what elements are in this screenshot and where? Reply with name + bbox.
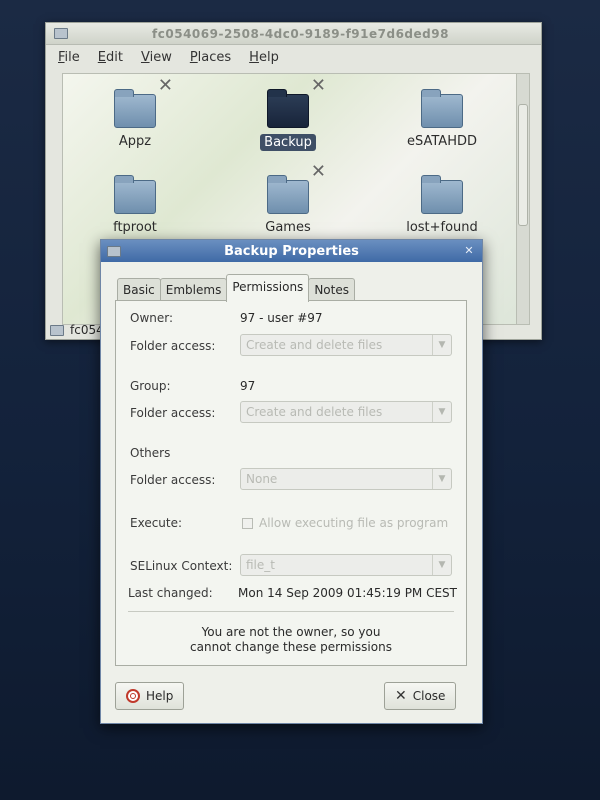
- chevron-down-icon: ▼: [432, 402, 451, 422]
- folder-label: ftproot: [113, 220, 157, 235]
- folder-icon: ✕: [267, 75, 326, 128]
- permissions-panel: Owner: 97 - user #97 Folder access: Crea…: [115, 300, 467, 666]
- folder-item-backup[interactable]: ✕ Backup: [243, 75, 333, 151]
- selinux-context-label: SELinux Context:: [130, 559, 233, 573]
- help-button-label: Help: [146, 689, 174, 703]
- menu-help[interactable]: Help: [249, 50, 279, 65]
- dialog-titlebar[interactable]: Backup Properties ✕: [101, 240, 482, 262]
- folder-label: eSATAHDD: [407, 134, 477, 149]
- others-folder-access-select[interactable]: None ▼: [240, 468, 452, 490]
- execute-option-label: Allow executing file as program: [259, 516, 449, 530]
- group-folder-access-label: Folder access:: [130, 406, 216, 420]
- tab-emblems[interactable]: Emblems: [159, 278, 228, 302]
- group-value: 97: [240, 379, 256, 393]
- folder-icon: [421, 175, 463, 214]
- folder-item-ftproot[interactable]: ftproot: [90, 175, 180, 235]
- folder-icon: [107, 245, 121, 257]
- unreadable-emblem-icon: ✕: [310, 75, 326, 96]
- selinux-context-select[interactable]: file_t ▼: [240, 554, 452, 576]
- unreadable-emblem-icon: ✕: [310, 161, 326, 182]
- close-button[interactable]: ✕ Close: [384, 682, 457, 710]
- folder-label: Backup: [260, 134, 316, 151]
- chevron-down-icon: ▼: [432, 555, 451, 575]
- menu-view[interactable]: View: [141, 50, 172, 65]
- scrollbar-thumb[interactable]: [518, 104, 528, 226]
- folder-item-esatahdd[interactable]: eSATAHDD: [397, 89, 487, 149]
- notice-line-1: You are not the owner, so you: [201, 625, 381, 639]
- menu-edit[interactable]: Edit: [98, 50, 123, 65]
- execute-label: Execute:: [130, 516, 183, 530]
- selinux-context-value: file_t: [246, 558, 275, 572]
- unreadable-emblem-icon: ✕: [157, 75, 173, 96]
- help-button[interactable]: Help: [115, 682, 185, 710]
- folder-item-lost-found[interactable]: lost+found: [397, 175, 487, 235]
- folder-icon: ✕: [114, 75, 173, 128]
- dialog-title: Backup Properties: [224, 243, 359, 259]
- folder-icon: [421, 89, 463, 128]
- folder-label: lost+found: [406, 220, 478, 235]
- notice-line-2: cannot change these permissions: [190, 640, 392, 654]
- folder-icon: ✕: [267, 161, 326, 214]
- tab-permissions[interactable]: Permissions: [226, 274, 310, 302]
- tab-bar: Basic Emblems Permissions Notes: [117, 274, 355, 302]
- group-folder-access-value: Create and delete files: [246, 405, 383, 419]
- folder-icon: [54, 28, 68, 39]
- help-icon: [126, 689, 140, 703]
- folder-icon: [50, 324, 64, 336]
- others-folder-access-label: Folder access:: [130, 473, 216, 487]
- folder-item-games[interactable]: ✕ Games: [243, 161, 333, 235]
- close-icon: ✕: [395, 688, 407, 704]
- divider: [128, 611, 454, 612]
- chevron-down-icon: ▼: [432, 335, 451, 355]
- tab-notes[interactable]: Notes: [308, 278, 355, 302]
- folder-item-appz[interactable]: ✕ Appz: [90, 75, 180, 149]
- window-title: fc054069-2508-4dc0-9189-f91e7d6ded98: [152, 26, 449, 41]
- properties-dialog: Backup Properties ✕ Basic Emblems Permis…: [100, 239, 483, 724]
- owner-folder-access-label: Folder access:: [130, 339, 216, 353]
- chevron-down-icon: ▼: [432, 469, 451, 489]
- execute-checkbox[interactable]: [242, 517, 253, 529]
- tab-basic[interactable]: Basic: [117, 278, 161, 302]
- folder-icon: [114, 175, 156, 214]
- menu-file[interactable]: File: [58, 50, 80, 65]
- folder-label: Games: [265, 220, 311, 235]
- execute-checkbox-row[interactable]: Allow executing file as program: [242, 516, 448, 530]
- group-label: Group:: [130, 379, 171, 393]
- close-button-label: Close: [412, 689, 446, 703]
- others-label: Others: [130, 446, 171, 460]
- group-folder-access-select[interactable]: Create and delete files ▼: [240, 401, 452, 423]
- permission-notice: You are not the owner, so you cannot cha…: [116, 625, 466, 655]
- owner-folder-access-value: Create and delete files: [246, 338, 383, 352]
- vertical-scrollbar[interactable]: [516, 74, 529, 324]
- owner-label: Owner:: [130, 311, 174, 325]
- menu-places[interactable]: Places: [190, 50, 231, 65]
- last-changed-label: Last changed:: [128, 586, 213, 600]
- last-changed-value: Mon 14 Sep 2009 01:45:19 PM CEST: [238, 586, 458, 600]
- others-folder-access-value: None: [246, 472, 278, 486]
- menubar: File Edit View Places Help: [46, 45, 541, 69]
- owner-value: 97 - user #97: [240, 311, 323, 325]
- location-label[interactable]: fc054: [70, 323, 104, 337]
- owner-folder-access-select[interactable]: Create and delete files ▼: [240, 334, 452, 356]
- file-manager-titlebar[interactable]: fc054069-2508-4dc0-9189-f91e7d6ded98: [46, 23, 541, 45]
- folder-label: Appz: [118, 134, 152, 149]
- close-icon[interactable]: ✕: [462, 244, 476, 258]
